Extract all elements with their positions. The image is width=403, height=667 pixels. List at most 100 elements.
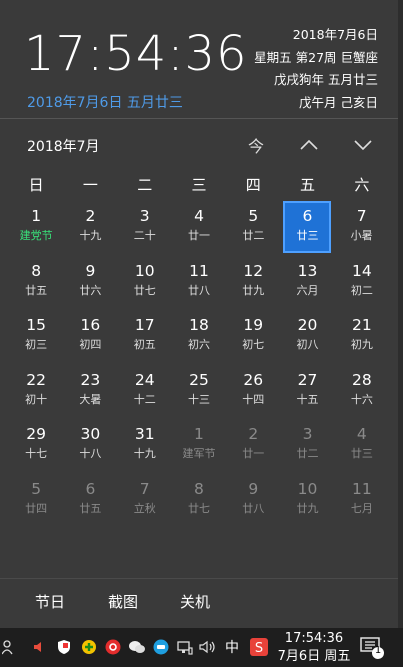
day-cell[interactable]: 29 十七: [9, 419, 63, 471]
day-cell[interactable]: 9 廿八: [226, 474, 280, 526]
ime-indicator[interactable]: 中: [223, 638, 241, 656]
day-cell[interactable]: 8 廿五: [9, 256, 63, 308]
day-lunar-label: 廿七: [187, 501, 210, 515]
day-cell[interactable]: 12 廿九: [226, 256, 280, 308]
day-number: 15: [26, 316, 46, 334]
day-cell[interactable]: 1 建党节: [9, 201, 63, 253]
day-cell[interactable]: 7 立秋: [118, 474, 172, 526]
day-cell[interactable]: 14 初二: [335, 256, 389, 308]
day-cell[interactable]: 21 初九: [335, 310, 389, 362]
day-lunar-label: 初九: [350, 338, 373, 351]
festival-button[interactable]: 节日: [35, 591, 65, 612]
month-label[interactable]: 2018年7月: [27, 136, 100, 156]
day-cell[interactable]: 1 建军节: [172, 419, 226, 471]
day-cell[interactable]: 2 廿一: [226, 419, 280, 471]
day-cell[interactable]: 11 廿八: [172, 256, 226, 308]
day-cell[interactable]: 9 廿六: [63, 256, 117, 308]
lunar-date-link[interactable]: 2018年7月6日 五月廿三: [27, 92, 183, 112]
people-icon[interactable]: [0, 638, 18, 656]
day-cell[interactable]: 17 初五: [118, 310, 172, 362]
day-lunar-label: 廿一: [242, 447, 265, 460]
day-cell[interactable]: 30 十八: [63, 419, 117, 471]
day-cell[interactable]: 24 十二: [118, 365, 172, 417]
notification-center-icon[interactable]: 1: [360, 636, 386, 659]
day-lunar-label: 十三: [187, 392, 210, 406]
chevron-up-icon: [300, 139, 318, 150]
screenshot-button[interactable]: 截图: [108, 591, 138, 612]
day-lunar-label: 廿二: [242, 229, 265, 242]
day-lunar-label: 廿二: [296, 447, 319, 460]
day-cell[interactable]: 22 初十: [9, 365, 63, 417]
day-lunar-label: 廿八: [242, 501, 265, 515]
wechat-icon[interactable]: [128, 638, 146, 656]
day-lunar-label: 大暑: [79, 392, 102, 406]
day-lunar-label: 十九: [79, 229, 102, 242]
day-cell[interactable]: 27 十五: [280, 365, 334, 417]
day-number: 1: [31, 207, 42, 225]
day-cell[interactable]: 20 初八: [280, 310, 334, 362]
day-cell[interactable]: 5 廿四: [9, 474, 63, 526]
day-cell[interactable]: 2 十九: [63, 201, 117, 253]
day-cell[interactable]: 6 廿五: [63, 474, 117, 526]
day-number: 10: [134, 261, 155, 280]
day-cell[interactable]: 19 初七: [226, 310, 280, 362]
add-green-icon[interactable]: [80, 638, 98, 656]
next-month-button[interactable]: [343, 128, 383, 162]
chat-app-icon[interactable]: [152, 638, 170, 656]
day-cell[interactable]: 10 廿九: [280, 474, 334, 526]
taskbar-clock[interactable]: 17:54:36 7月6日 周五: [276, 630, 352, 666]
day-number: 16: [80, 316, 101, 334]
day-cell[interactable]: 23 大暑: [63, 365, 117, 417]
day-number: 22: [26, 370, 46, 389]
day-cell[interactable]: 18 初六: [172, 310, 226, 362]
sogou-s-icon[interactable]: S: [250, 638, 268, 656]
day-cell[interactable]: 8 廿七: [172, 474, 226, 526]
day-cell[interactable]: 4 廿一: [172, 201, 226, 253]
day-cell[interactable]: 13 六月: [280, 256, 334, 308]
info-week: 星期五 第27周 巨蟹座: [254, 49, 378, 65]
day-cell[interactable]: 15 初三: [9, 310, 63, 362]
day-number: 3: [302, 425, 313, 443]
day-lunar-label: 廿五: [79, 501, 102, 515]
volume-icon[interactable]: [199, 638, 217, 656]
day-number: 6: [85, 479, 96, 498]
day-cell[interactable]: 31 十九: [118, 419, 172, 471]
netease-music-icon[interactable]: [104, 638, 122, 656]
shutdown-button[interactable]: 关机: [180, 591, 210, 612]
taskbar-date: 7月6日 周五: [277, 649, 351, 664]
day-number: 2: [248, 425, 259, 443]
calendar-header: 17:54:36 2018年7月6日 五月廿三 2018年7月6日 星期五 第2…: [0, 0, 398, 118]
day-cell[interactable]: 25 十三: [172, 365, 226, 417]
calendar-week: 22 初十 23 大暑 24 十二 25 十三 26 十四 27 十五 28 十六: [9, 365, 389, 420]
day-number: 3: [139, 207, 150, 225]
day-number: 8: [194, 479, 204, 498]
day-cell[interactable]: 5 廿二: [226, 201, 280, 253]
day-number: 28: [351, 370, 372, 389]
day-cell-today[interactable]: 6 廿三: [283, 201, 332, 253]
day-number: 5: [31, 479, 42, 498]
svg-text:S: S: [255, 641, 263, 656]
day-cell[interactable]: 7 小暑: [334, 201, 388, 253]
day-number: 11: [351, 479, 372, 498]
network-icon[interactable]: [176, 638, 194, 656]
day-cell[interactable]: 11 七月: [335, 474, 389, 526]
security-shield-icon[interactable]: [55, 638, 73, 656]
weekday-wed: 三: [191, 176, 207, 194]
prev-month-button[interactable]: [289, 128, 329, 162]
day-cell[interactable]: 26 十四: [226, 365, 280, 417]
today-button[interactable]: 今: [236, 128, 276, 162]
day-cell[interactable]: 16 初四: [63, 310, 117, 362]
day-lunar-label: 初三: [25, 338, 48, 351]
speaker-muted-icon[interactable]: [31, 638, 49, 656]
day-cell[interactable]: 3 二十: [118, 201, 172, 253]
day-lunar-label: 十五: [296, 392, 319, 406]
day-number: 21: [351, 316, 372, 334]
day-number: 1: [194, 425, 204, 443]
day-cell[interactable]: 4 廿三: [335, 419, 389, 471]
calendar-week: 15 初三 16 初四 17 初五 18 初六 19 初七 20 初八 21 初九: [9, 310, 389, 365]
day-number: 20: [297, 316, 318, 334]
day-cell[interactable]: 3 廿二: [280, 419, 334, 471]
notification-count: 1: [374, 645, 382, 656]
day-cell[interactable]: 28 十六: [335, 365, 389, 417]
day-cell[interactable]: 10 廿七: [118, 256, 172, 308]
